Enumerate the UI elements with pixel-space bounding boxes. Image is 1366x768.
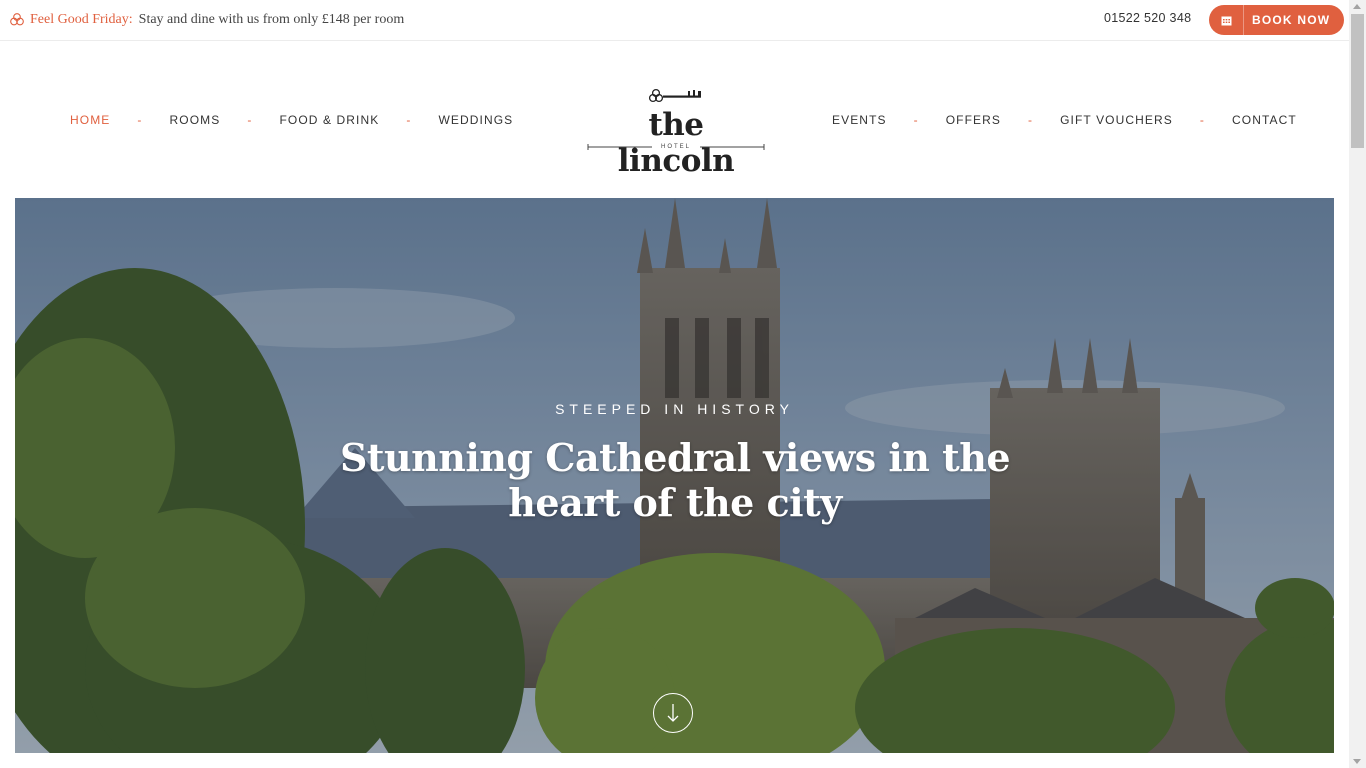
nav-item-weddings[interactable]: WEDDINGS xyxy=(438,113,513,127)
logo-subline: HOTEL xyxy=(586,143,766,153)
scroll-down-arrow[interactable] xyxy=(1353,759,1361,764)
hero-banner: STEEPED IN HISTORY Stunning Cathedral vi… xyxy=(15,198,1334,753)
promo-label: Feel Good Friday: xyxy=(30,12,133,27)
book-now-label: BOOK NOW xyxy=(1252,13,1331,27)
primary-nav-left: HOME - ROOMS - FOOD & DRINK - WEDDINGS xyxy=(70,112,513,128)
nav-separator: - xyxy=(406,113,412,127)
phone-number[interactable]: 01522 520 348 xyxy=(1104,11,1191,25)
nav-item-home[interactable]: HOME xyxy=(70,113,110,127)
nav-item-gift-vouchers[interactable]: GIFT VOUCHERS xyxy=(1060,113,1173,127)
arrow-down-icon xyxy=(667,704,679,722)
nav-separator: - xyxy=(247,113,253,127)
flower-icon xyxy=(10,12,24,28)
nav-item-events[interactable]: EVENTS xyxy=(832,113,887,127)
scroll-up-arrow[interactable] xyxy=(1353,4,1361,9)
nav-separator: - xyxy=(1199,113,1205,127)
logo-hotel-text: HOTEL xyxy=(660,144,691,150)
hero-kicker: STEEPED IN HISTORY xyxy=(555,401,794,417)
nav-item-food-drink[interactable]: FOOD & DRINK xyxy=(279,113,379,127)
calendar-icon xyxy=(1209,5,1244,35)
key-icon xyxy=(648,88,701,103)
hero-title: Stunning Cathedral views in the heart of… xyxy=(339,435,1011,525)
primary-nav-right: EVENTS - OFFERS - GIFT VOUCHERS - CONTAC… xyxy=(832,112,1297,128)
promo-text: Stay and dine with us from only £148 per… xyxy=(138,12,405,27)
page-scrollbar[interactable] xyxy=(1349,0,1366,768)
nav-item-contact[interactable]: CONTACT xyxy=(1232,113,1297,127)
nav-separator: - xyxy=(137,113,143,127)
nav-item-rooms[interactable]: ROOMS xyxy=(170,113,221,127)
nav-item-offers[interactable]: OFFERS xyxy=(946,113,1001,127)
scroll-thumb[interactable] xyxy=(1351,14,1364,148)
nav-separator: - xyxy=(913,113,919,127)
scroll-down-button[interactable] xyxy=(653,693,693,733)
promo-banner[interactable]: Feel Good Friday: Stay and dine with us … xyxy=(10,10,404,30)
nav-separator: - xyxy=(1028,113,1034,127)
top-bar: Feel Good Friday: Stay and dine with us … xyxy=(0,0,1349,41)
site-logo[interactable]: the lincoln HOTEL xyxy=(586,85,766,179)
book-now-button[interactable]: BOOK NOW xyxy=(1209,5,1344,35)
